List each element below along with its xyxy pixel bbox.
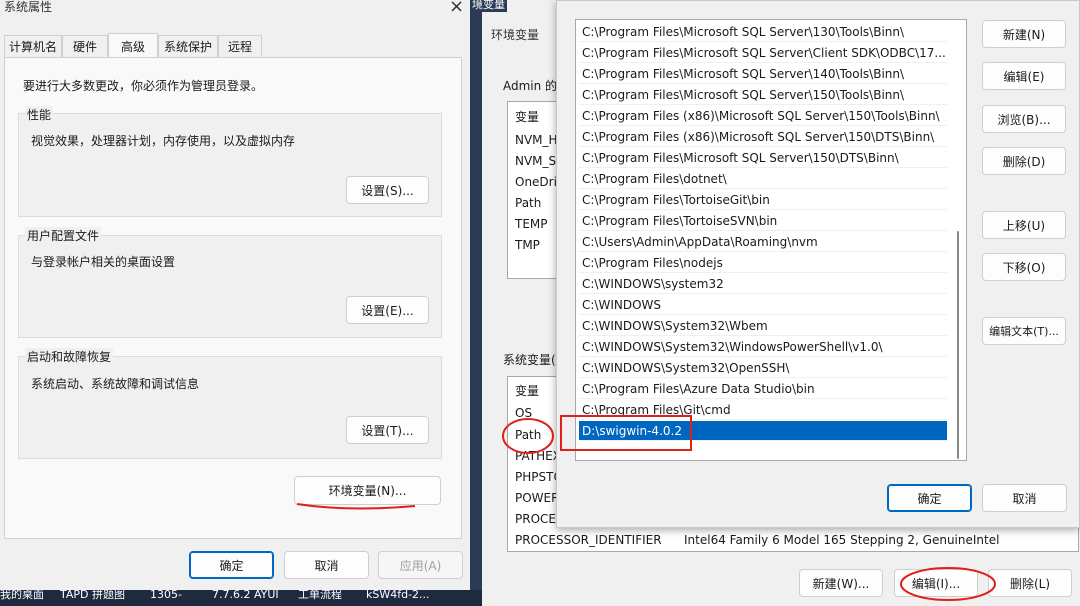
list-item[interactable]: OneDri xyxy=(515,172,557,192)
performance-settings-button[interactable]: 设置(S)... xyxy=(346,176,429,204)
path-cancel-button[interactable]: 取消 xyxy=(982,484,1067,512)
env-window-title: 环境变量 xyxy=(491,28,540,42)
admin-notice: 要进行大多数更改，你必须作为管理员登录。 xyxy=(23,79,264,93)
system-vars-header: 变量 xyxy=(515,384,540,398)
system-properties-window: 系统属性 × 计算机名 硬件 高级 系统保护 远程 要进行大多数更改，你必须作为… xyxy=(0,0,470,590)
system-edit-button[interactable]: 编辑(I)... xyxy=(894,569,978,597)
performance-group-title: 性能 xyxy=(25,106,54,123)
system-var-value: Intel64 Family 6 Model 165 Stepping 2, G… xyxy=(684,533,1000,547)
system-var-name[interactable]: PROCESSOR_IDENTIFIER xyxy=(515,530,662,550)
path-entry[interactable]: C:\Program Files\Microsoft SQL Server\15… xyxy=(579,85,947,105)
path-entry[interactable]: C:\Program Files\Git\cmd xyxy=(579,400,947,420)
path-entry[interactable]: C:\Program Files\Azure Data Studio\bin xyxy=(579,379,947,399)
startup-recovery-group-title: 启动和故障恢复 xyxy=(25,348,114,365)
edit-path-dialog: C:\Program Files\Microsoft SQL Server\13… xyxy=(556,0,1080,528)
user-profile-group-title: 用户配置文件 xyxy=(25,227,102,244)
list-item[interactable]: TEMP xyxy=(515,214,548,234)
list-item[interactable]: POWER xyxy=(515,488,559,508)
path-entry[interactable]: C:\WINDOWS\System32\WindowsPowerShell\v1… xyxy=(579,337,947,357)
startup-recovery-group: 系统启动、系统故障和调试信息 设置(T)... xyxy=(18,356,442,459)
user-profile-group: 与登录帐户相关的桌面设置 设置(E)... xyxy=(18,235,442,338)
path-entry[interactable]: D:\swigwin-4.0.2 xyxy=(579,421,947,441)
env-title-fragment: 境变量 xyxy=(470,0,507,12)
path-edit-text-button[interactable]: 编辑文本(T)... xyxy=(982,317,1066,345)
taskbar-item[interactable]: TAPD 拼题图 xyxy=(60,590,125,606)
path-entry[interactable]: C:\WINDOWS xyxy=(579,295,947,315)
performance-group: 视觉效果，处理器计划，内存使用，以及虚拟内存 设置(S)... xyxy=(18,113,442,217)
list-item[interactable]: OS xyxy=(515,403,532,423)
path-entry[interactable]: C:\WINDOWS\System32\Wbem xyxy=(579,316,947,336)
path-new-button[interactable]: 新建(N) xyxy=(982,20,1066,48)
path-entry[interactable]: C:\Users\Admin\AppData\Roaming\nvm xyxy=(579,232,947,252)
path-browse-button[interactable]: 浏览(B)... xyxy=(982,105,1066,133)
tab-computer-name[interactable]: 计算机名 xyxy=(4,35,62,57)
list-item[interactable]: Path xyxy=(515,425,541,445)
user-vars-label: Admin 的 xyxy=(503,79,558,93)
path-entry[interactable]: C:\Program Files\TortoiseSVN\bin xyxy=(579,211,947,231)
taskbar-item[interactable]: 7.7.6.2 AYUI xyxy=(212,590,279,606)
startup-recovery-desc: 系统启动、系统故障和调试信息 xyxy=(31,377,200,391)
path-move-down-button[interactable]: 下移(O) xyxy=(982,253,1066,281)
user-vars-header: 变量 xyxy=(515,110,540,124)
path-entry[interactable]: C:\WINDOWS\System32\OpenSSH\ xyxy=(579,358,947,378)
environment-variables-button[interactable]: 环境变量(N)... xyxy=(294,476,441,505)
system-delete-button[interactable]: 删除(L) xyxy=(988,569,1072,597)
tab-strip: 计算机名 硬件 高级 系统保护 远程 xyxy=(4,33,464,58)
path-entry[interactable]: C:\Program Files\Microsoft SQL Server\13… xyxy=(579,22,947,42)
path-entry[interactable]: C:\Program Files (x86)\Microsoft SQL Ser… xyxy=(579,127,947,147)
path-move-up-button[interactable]: 上移(U) xyxy=(982,211,1066,239)
list-item[interactable]: NVM_H xyxy=(515,130,558,150)
taskbar-item[interactable]: kSW4fd-2... xyxy=(366,590,430,606)
path-entry[interactable]: C:\WINDOWS\system32 xyxy=(579,274,947,294)
taskbar: 我的桌面 TAPD 拼题图 1305- 7.7.6.2 AYUI 工单流程 kS… xyxy=(0,590,482,606)
performance-desc: 视觉效果，处理器计划，内存使用，以及虚拟内存 xyxy=(31,134,296,148)
tab-remote[interactable]: 远程 xyxy=(218,35,262,57)
taskbar-item[interactable]: 工单流程 xyxy=(298,590,342,606)
taskbar-item[interactable]: 1305- xyxy=(150,590,182,606)
path-delete-button[interactable]: 删除(D) xyxy=(982,147,1066,175)
close-icon[interactable]: × xyxy=(449,0,464,17)
path-entry[interactable]: C:\Program Files (x86)\Microsoft SQL Ser… xyxy=(579,106,947,126)
path-ok-button[interactable]: 确定 xyxy=(887,484,972,512)
tab-advanced[interactable]: 高级 xyxy=(108,33,158,58)
system-new-button[interactable]: 新建(W)... xyxy=(799,569,883,597)
list-item[interactable]: PROCE xyxy=(515,509,556,529)
list-item[interactable]: NVM_S xyxy=(515,151,556,171)
path-entry[interactable]: C:\Program Files\Microsoft SQL Server\14… xyxy=(579,64,947,84)
path-entry[interactable]: C:\Program Files\nodejs xyxy=(579,253,947,273)
path-entry[interactable]: C:\Program Files\dotnet\ xyxy=(579,169,947,189)
apply-button[interactable]: 应用(A) xyxy=(378,551,463,579)
cancel-button[interactable]: 取消 xyxy=(284,551,369,579)
tab-hardware[interactable]: 硬件 xyxy=(62,35,108,57)
list-item[interactable]: TMP xyxy=(515,235,540,255)
scrollbar[interactable] xyxy=(957,231,959,459)
system-vars-label: 系统变量( xyxy=(503,353,556,367)
user-profile-settings-button[interactable]: 设置(E)... xyxy=(346,296,429,324)
startup-recovery-settings-button[interactable]: 设置(T)... xyxy=(346,416,429,444)
path-entry[interactable]: C:\Program Files\Microsoft SQL Server\Cl… xyxy=(579,43,947,63)
list-item[interactable]: Path xyxy=(515,193,541,213)
path-entry[interactable]: C:\Program Files\TortoiseGit\bin xyxy=(579,190,947,210)
tab-system-protection[interactable]: 系统保护 xyxy=(158,35,218,57)
path-entry[interactable]: C:\Program Files\Microsoft SQL Server\15… xyxy=(579,148,947,168)
advanced-panel: 要进行大多数更改，你必须作为管理员登录。 视觉效果，处理器计划，内存使用，以及虚… xyxy=(4,57,462,539)
taskbar-item[interactable]: 我的桌面 xyxy=(0,590,44,606)
ok-button[interactable]: 确定 xyxy=(189,551,274,579)
path-edit-button[interactable]: 编辑(E) xyxy=(982,62,1066,90)
list-item[interactable]: PATHEX xyxy=(515,446,561,466)
path-entries-list[interactable]: C:\Program Files\Microsoft SQL Server\13… xyxy=(575,19,967,461)
user-profile-desc: 与登录帐户相关的桌面设置 xyxy=(31,255,176,269)
window-title: 系统属性 xyxy=(4,0,53,14)
